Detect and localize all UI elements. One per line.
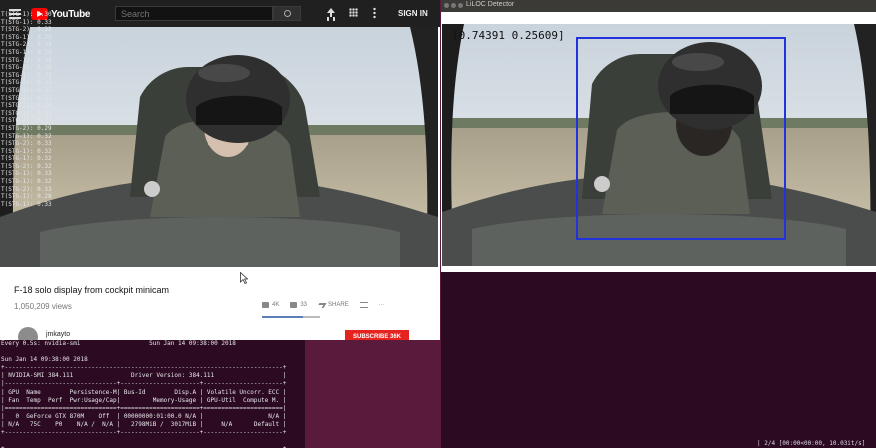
log-terminal-line: T(STG-1): 0.28: [1, 193, 52, 201]
window-controls: [444, 3, 463, 8]
log-terminal-line: T(STG-2): 0.33: [1, 26, 52, 34]
desktop-background: [305, 340, 441, 448]
more-actions-button[interactable]: ···: [379, 302, 385, 308]
log-terminal-line: T(STG-2): 0.28: [1, 64, 52, 72]
video-title: F-18 solo display from cockpit minicam: [14, 285, 170, 295]
nvidia-terminal-line: Sun Jan 14 09:38:00 2018: [1, 356, 88, 364]
dislike-count: 33: [300, 302, 308, 308]
dislike-button[interactable]: 33: [290, 302, 307, 308]
close-window-icon[interactable]: [444, 3, 449, 8]
log-terminal-line: T(STG-2): 0.29: [1, 124, 52, 132]
nvidia-terminal-line: [1, 437, 305, 445]
mouse-cursor-icon: [240, 272, 248, 284]
add-to-playlist-button[interactable]: [359, 302, 368, 308]
nvidia-terminal-line: |-------------------------------+-------…: [1, 380, 287, 388]
detection-score: [0.74391 0.25609]: [452, 29, 565, 42]
log-terminal-line: T(STG-1): 0.33: [1, 170, 52, 178]
nvidia-terminal-line: | NVIDIA-SMI 384.111 Driver Version: 384…: [1, 372, 287, 380]
log-terminal-line: T(STG-1): 0.33: [1, 94, 52, 102]
log-terminal-line: T(STG-1): 0.32: [1, 155, 52, 163]
playlist-add-icon: [359, 302, 368, 308]
log-terminal-line: T(STG-1): 0.29: [1, 33, 52, 41]
channel-name[interactable]: jmkayto: [46, 331, 70, 338]
log-lines: T(STG-1): 0.30 T(STG-1): 0.33 T(STG-2): 0.…: [1, 11, 52, 208]
like-ratio-bar: [262, 316, 320, 318]
like-button[interactable]: 4K: [262, 302, 279, 308]
log-terminal-line: T(STG-1): 0.29: [1, 48, 52, 56]
share-button[interactable]: SHARE: [316, 302, 349, 308]
channel-avatar[interactable]: [18, 327, 38, 340]
apps-grid-icon[interactable]: [349, 8, 358, 17]
log-terminal[interactable]: [441, 272, 876, 448]
thumbs-up-icon: [262, 302, 269, 308]
log-terminal-line: T(STG-1): 0.33: [1, 71, 52, 79]
more-options-icon[interactable]: [373, 7, 376, 19]
nvidia-terminal-line: | 0 GeForce GTX 870M Off | 00000000:01:0…: [1, 412, 287, 420]
subscribe-button[interactable]: SUBSCRIBE 36K: [345, 330, 409, 340]
progress-status: | 2/4 [00:00<00:00, 10.03it/s]: [757, 440, 866, 447]
nvidia-terminal-line: |===============================+=======…: [1, 404, 287, 412]
log-terminal-line: T(STG-1): 0.32: [1, 178, 52, 186]
log-terminal-line: T(STG-1): 0.33: [1, 18, 52, 26]
nvidia-terminal-line: [1, 348, 305, 356]
detector-window-title: LiLOC Detector: [466, 1, 515, 8]
log-terminal-line: T(STG-1): 0.33: [1, 109, 52, 117]
upload-icon[interactable]: [327, 8, 335, 18]
log-terminal-line: T(STG-2): 0.33: [1, 117, 52, 125]
sign-in-button[interactable]: SIGN IN: [398, 9, 428, 18]
log-terminal-line: T(STG-1): 0.32: [1, 147, 52, 155]
log-terminal-line: T(STG-2): 0.33: [1, 140, 52, 148]
nvidia-terminal-line: Every 0.5s: nvidia-smi Sun Jan 14 09:38:…: [1, 340, 236, 347]
nvidia-terminal-line: | Fan Temp Perf Pwr:Usage/Cap| Memory-Us…: [1, 396, 287, 404]
share-label: SHARE: [328, 302, 349, 308]
share-icon: [316, 302, 327, 308]
youtube-top-bar: YouTube SIGN IN: [0, 0, 440, 27]
minimize-window-icon[interactable]: [451, 3, 456, 8]
cockpit-video-frame: [0, 27, 438, 267]
view-count: 1,050,209 views: [14, 302, 72, 311]
search-icon[interactable]: [273, 6, 301, 21]
log-terminal-line: T(STG-2): 0.32: [1, 79, 52, 87]
nvidia-terminal-line: +-------------------------------+-------…: [1, 429, 287, 437]
log-terminal-line: T(STG-2): 0.33: [1, 185, 52, 193]
nvidia-terminal-line: | N/A 75C P0 N/A / N/A | 2798MiB / 3017M…: [1, 420, 287, 428]
log-terminal-line: T(STG-1): 0.33: [1, 200, 52, 208]
nvidia-smi-terminal[interactable]: Every 0.5s: nvidia-smi Sun Jan 14 09:38:…: [0, 340, 305, 448]
maximize-window-icon[interactable]: [458, 3, 463, 8]
thumbs-down-icon: [290, 302, 298, 308]
detector-frame-image: [442, 24, 876, 266]
log-terminal-line: T(STG-2): 0.33: [1, 41, 52, 49]
video-actions: 4K 33 SHARE ···: [262, 302, 385, 308]
nvidia-terminal-line: +---------------------------------------…: [1, 364, 287, 372]
log-terminal-line: T(STG-1): 0.32: [1, 86, 52, 94]
log-terminal-line: T(STG-2): 0.32: [1, 162, 52, 170]
log-terminal-line: T(STG-1): 0.33: [1, 56, 52, 64]
video-player[interactable]: [0, 27, 438, 267]
log-terminal-line: T(STG-1): 0.32: [1, 132, 52, 140]
like-count: 4K: [272, 302, 280, 308]
search-input[interactable]: [115, 6, 273, 21]
detector-video-frame: [442, 24, 876, 266]
log-terminal-line: T(STG-2): 0.28: [1, 102, 52, 110]
nvidia-terminal-line: | GPU Name Persistence-M| Bus-Id Disp.A …: [1, 388, 287, 396]
youtube-window: YouTube SIGN IN: [0, 0, 440, 340]
youtube-logo-text: YouTube: [51, 8, 91, 20]
log-terminal-line: T(STG-1): 0.30: [1, 11, 52, 18]
